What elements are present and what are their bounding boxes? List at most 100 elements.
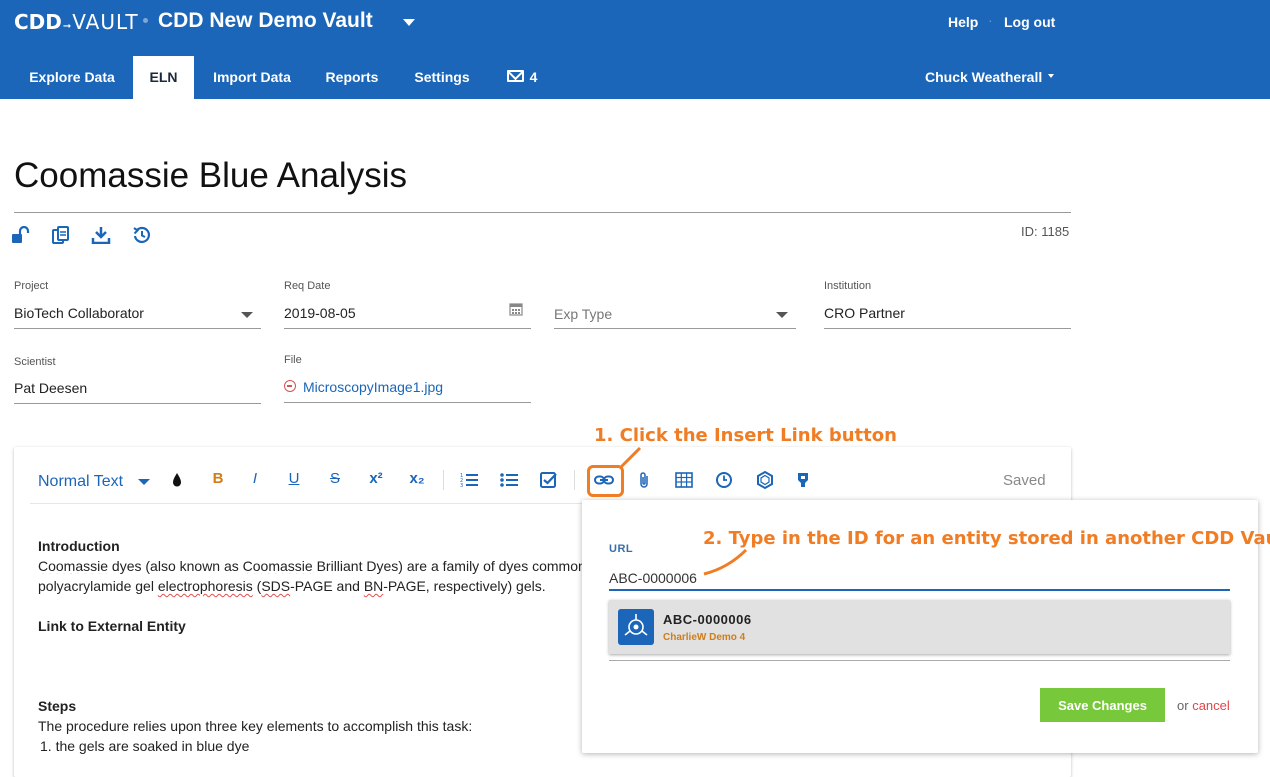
user-menu[interactable]: Chuck Weatherall: [925, 56, 1055, 99]
header-separator: ·: [988, 12, 993, 28]
nav-import-data[interactable]: Import Data: [198, 56, 306, 99]
toolbar-divider: [443, 470, 444, 490]
unlock-icon[interactable]: [11, 226, 31, 244]
institution-underline: [824, 328, 1071, 329]
project-underline: [14, 328, 261, 329]
save-changes-button[interactable]: Save Changes: [1040, 688, 1165, 722]
text-run: dyes (also known as: [108, 558, 243, 574]
nav-messages[interactable]: 4: [494, 56, 550, 99]
user-caret-icon: [1048, 74, 1055, 79]
ordered-list-icon[interactable]: 123: [459, 470, 479, 490]
nav-reports[interactable]: Reports: [314, 56, 390, 99]
nav-explore-data[interactable]: Explore Data: [14, 56, 130, 99]
exp-type-caret-icon[interactable]: [776, 312, 788, 318]
envelope-icon: [506, 70, 524, 83]
bullet-list-icon[interactable]: [499, 470, 519, 490]
download-icon[interactable]: [91, 226, 111, 244]
spell-error: BN: [363, 578, 384, 594]
file-underline: [284, 402, 531, 403]
or-cancel-text: or cancel: [1177, 698, 1230, 713]
spell-error: electrophoresis: [157, 578, 253, 594]
or-label: or: [1177, 698, 1189, 713]
steps-heading[interactable]: Steps: [38, 698, 76, 714]
italic-button[interactable]: I: [246, 470, 264, 490]
text-color-icon[interactable]: [170, 470, 184, 490]
project-label: Project: [14, 280, 49, 292]
clock-icon[interactable]: [715, 470, 733, 490]
scientist-input[interactable]: Pat Deesen: [14, 380, 87, 396]
nav-eln[interactable]: ELN: [133, 56, 194, 99]
vault-entity-icon: [618, 609, 654, 645]
strikethrough-button[interactable]: S: [326, 470, 344, 490]
institution-input[interactable]: CRO Partner: [824, 305, 905, 321]
remove-file-icon[interactable]: [284, 380, 296, 392]
text-run: -PAGE and: [290, 578, 364, 594]
institution-label: Institution: [824, 280, 872, 292]
history-icon[interactable]: [132, 226, 152, 244]
suggestion-underline: [609, 660, 1230, 661]
logout-link[interactable]: Log out: [1004, 14, 1055, 30]
steps-intro-text[interactable]: The procedure relies upon three key elem…: [38, 718, 472, 734]
project-select[interactable]: BioTech Collaborator: [14, 305, 144, 321]
file-link[interactable]: MicroscopyImage1.jpg: [303, 379, 443, 395]
annotation-step-2: 2. Type in the ID for an entity stored i…: [703, 528, 1270, 549]
document-id: ID: 1185: [1021, 224, 1070, 239]
vault-switcher-caret-icon[interactable]: [403, 19, 415, 26]
text-run: polyacrylamide gel: [38, 578, 158, 594]
text-style-select[interactable]: Normal Text: [38, 473, 123, 491]
logo-arrow-icon: ➞: [62, 20, 72, 32]
intro-paragraph-line-1[interactable]: Coomassie dyes (also known as Coomassie …: [38, 558, 582, 574]
title-divider: [14, 212, 1071, 213]
calendar-icon[interactable]: [509, 302, 523, 316]
text-run: -PAGE, respectively) gels.: [383, 578, 546, 594]
project-caret-icon[interactable]: [241, 312, 253, 318]
page-title[interactable]: Coomassie Blue Analysis: [14, 156, 407, 196]
subscript-button[interactable]: x₂: [405, 470, 429, 490]
user-name: Chuck Weatherall: [925, 69, 1043, 85]
annotation-arrow-1: [618, 446, 642, 470]
exp-type-select[interactable]: Exp Type: [554, 306, 612, 322]
suggestion-title: ABC-0000006: [663, 612, 752, 627]
logo-vault-text: VAULT: [72, 10, 139, 34]
logo-cdd-text: CDD: [14, 10, 62, 34]
checklist-icon[interactable]: [539, 470, 559, 490]
save-status: Saved: [1003, 472, 1046, 489]
url-label: URL: [609, 543, 634, 555]
intro-heading[interactable]: Introduction: [38, 538, 120, 554]
spell-error: Coomassie: [242, 558, 313, 574]
help-link[interactable]: Help: [948, 14, 978, 30]
scientist-underline: [14, 403, 261, 404]
superscript-button[interactable]: x²: [364, 470, 388, 490]
cdd-vault-logo[interactable]: CDD ➞ VAULT: [14, 10, 139, 34]
scientist-label: Scientist: [14, 356, 56, 368]
cancel-link[interactable]: cancel: [1192, 698, 1230, 713]
text-run: Brilliant Dyes) are a family of dyes com…: [312, 558, 582, 574]
messages-count: 4: [529, 69, 538, 85]
suggestion-vault-name: CharlieW Demo 4: [663, 632, 746, 643]
suggestion-item[interactable]: [609, 600, 1230, 654]
req-date-label: Req Date: [284, 280, 331, 292]
duplicate-icon[interactable]: [51, 226, 71, 244]
link-heading[interactable]: Link to External Entity: [38, 618, 186, 634]
annotation-arrow-2: [703, 548, 748, 576]
vault-name[interactable]: CDD New Demo Vault: [158, 9, 373, 33]
annotation-step-1: 1. Click the Insert Link button: [594, 425, 897, 446]
text-style-caret-icon[interactable]: [138, 479, 150, 485]
exp-type-underline: [554, 328, 796, 329]
marker-icon[interactable]: [795, 470, 811, 490]
attachment-icon[interactable]: [636, 470, 652, 490]
url-input-underline: [609, 589, 1230, 591]
underline-button[interactable]: U: [285, 470, 303, 490]
table-icon[interactable]: [675, 470, 693, 490]
req-date-underline: [284, 328, 531, 329]
steps-list-item[interactable]: 1. the gels are soaked in blue dye: [40, 738, 249, 754]
nav-settings[interactable]: Settings: [402, 56, 482, 99]
bold-button[interactable]: B: [209, 470, 227, 490]
molecule-structure-icon[interactable]: [755, 470, 775, 490]
req-date-input[interactable]: 2019-08-05: [284, 305, 356, 321]
spell-error: SDS: [261, 578, 291, 594]
toolbar-divider: [574, 470, 575, 490]
spell-error: Coomassie: [38, 558, 109, 574]
file-label: File: [284, 354, 302, 366]
intro-paragraph-line-2[interactable]: polyacrylamide gel electrophoresis (SDS-…: [38, 578, 546, 594]
